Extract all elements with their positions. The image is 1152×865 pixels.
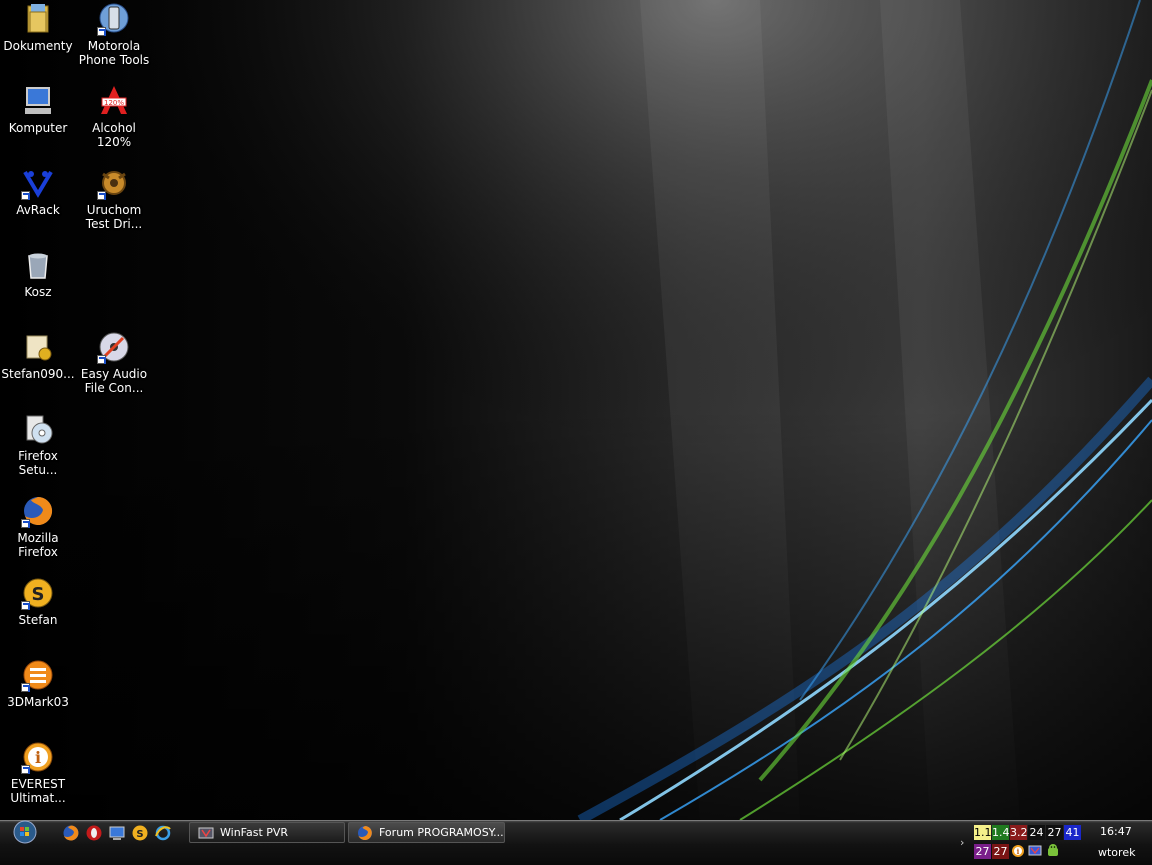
everest-info-icon: i [1012,845,1024,857]
icon-label: EVEREST Ultimat... [10,777,66,805]
motorola-phone-icon [97,2,131,36]
desktop-icon-firefox-setup[interactable]: Firefox Setu... [0,412,76,477]
svg-text:120%: 120% [104,99,124,107]
desktop-icon-alcohol[interactable]: 120% Alcohol 120% [76,84,152,149]
tray-expand-arrow[interactable]: › [960,836,964,849]
tray-monitor-value[interactable]: 1.1 [974,825,992,840]
desktop-icon-mozilla-firefox[interactable]: Mozilla Firefox [0,494,76,559]
task-label: WinFast PVR [220,826,289,839]
opera-icon [86,825,102,841]
icon-label: Dokumenty [3,39,73,53]
desktop-wallpaper [0,0,1152,820]
desktop-icon-easy-audio[interactable]: Easy Audio File Con... [76,330,152,395]
desktop-icon-dokumenty[interactable]: Dokumenty [0,2,76,53]
tray-monitor-value[interactable]: 1.4 [992,825,1010,840]
tray-monitor-value[interactable]: 24 [1028,825,1045,840]
icon-label: Stefan [18,613,58,627]
windows-orb-icon [13,820,37,844]
icon-label: Stefan090... [1,367,75,381]
show-desktop-icon [109,826,125,840]
3dmark-icon [21,658,55,692]
task-label: Forum PROGRAMOSY.... [379,826,505,839]
installer-package-icon [21,330,55,364]
tray-android[interactable] [1045,843,1061,859]
documents-folder-icon [21,2,55,36]
icon-label: Easy Audio File Con... [80,367,148,395]
alcohol-120-icon: 120% [97,84,131,118]
avrack-icon [21,166,55,200]
computer-icon [21,84,55,118]
tray-monitor-value[interactable]: 27 [974,844,991,859]
test-drive-icon [97,166,131,200]
icon-label: 3DMark03 [7,695,69,709]
stefan-app-icon: S [21,576,55,610]
icon-label: Firefox Setu... [18,449,58,477]
icon-label: Uruchom Test Dri... [85,203,143,231]
firefox-icon [63,825,79,841]
clock-day: wtorek [1098,846,1136,859]
internet-explorer-icon [155,825,171,841]
quick-launch-internet-explorer[interactable] [154,824,172,842]
icon-label: Alcohol 120% [92,121,136,149]
tray-monitor-value[interactable]: 27 [1046,825,1063,840]
winfast-pvr-icon [198,827,214,839]
quick-launch-stefan[interactable]: S [131,824,149,842]
icon-label: Motorola Phone Tools [78,39,150,67]
network-icon [1028,845,1042,856]
desktop-icon-motorola[interactable]: Motorola Phone Tools [76,2,152,67]
svg-text:i: i [35,748,41,767]
clock-time[interactable]: 16:47 [1100,825,1132,838]
audio-converter-icon [97,330,131,364]
android-icon [1048,844,1058,856]
taskbar-button-winfast-pvr[interactable]: WinFast PVR [189,822,345,843]
desktop-icon-everest[interactable]: i EVEREST Ultimat... [0,740,76,805]
tray-network[interactable] [1028,844,1042,858]
quick-launch-firefox[interactable] [62,824,80,842]
desktop-icon-3dmark03[interactable]: 3DMark03 [0,658,76,709]
tray-monitor-value[interactable]: 27 [992,844,1009,859]
tray-everest[interactable]: i [1011,844,1025,858]
desktop-icon-komputer[interactable]: Komputer [0,84,76,135]
firefox-icon [21,494,55,528]
svg-text:S: S [32,584,45,605]
taskbar-button-forum-programosy[interactable]: Forum PROGRAMOSY.... [348,822,505,843]
desktop-icon-test-drive[interactable]: Uruchom Test Dri... [76,166,152,231]
desktop-icon-kosz[interactable]: Kosz [0,248,76,299]
quick-launch-opera[interactable] [85,824,103,842]
icon-label: Mozilla Firefox [17,531,59,559]
start-button[interactable] [10,820,40,844]
firefox-icon [358,826,372,840]
svg-text:i: i [1017,847,1020,856]
recycle-bin-icon [21,248,55,282]
setup-cd-icon [21,412,55,446]
taskbar: S WinFast PVR Forum PROGRAMOSY.... › i 1… [0,820,1152,865]
stefan-app-icon: S [132,825,148,841]
icon-label: Kosz [24,285,52,299]
desktop-icon-stefan090[interactable]: Stefan090... [0,330,76,381]
tray-monitor-value[interactable]: 3.2 [1010,825,1028,840]
everest-info-icon: i [21,740,55,774]
icon-label: Komputer [8,121,68,135]
icon-label: AvRack [16,203,60,217]
quick-launch-show-desktop[interactable] [108,824,126,842]
desktop-icon-stefan[interactable]: S Stefan [0,576,76,627]
tray-monitor-value[interactable]: 41 [1064,825,1081,840]
svg-text:S: S [136,829,143,840]
desktop-icon-avrack[interactable]: AvRack [0,166,76,217]
